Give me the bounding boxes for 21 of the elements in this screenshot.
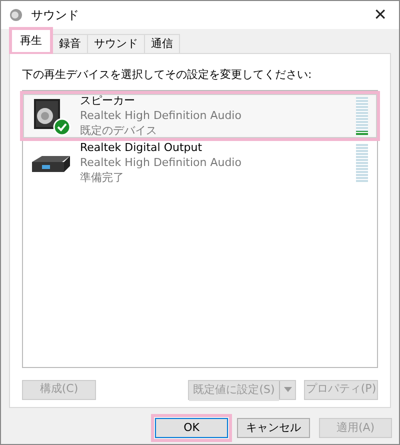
device-item[interactable]: Realtek Digital Output Realtek High Definition Audio 準備完了 — [23, 140, 377, 184]
tab[interactable]: 再生 — [12, 30, 50, 52]
tab[interactable]: サウンド — [88, 34, 145, 53]
dialog-button[interactable]: キャンセル — [237, 418, 310, 438]
device-name: Realtek Digital Output — [80, 140, 204, 155]
tab[interactable]: 録音 — [53, 34, 88, 53]
speaker-icon — [9, 8, 23, 22]
driver-name: Realtek High Definition Audio — [80, 155, 242, 170]
window-title: サウンド — [31, 7, 79, 24]
device-item[interactable]: スピーカー Realtek High Definition Audio 既定のデバイス — [23, 94, 377, 138]
driver-name: Realtek High Definition Audio — [80, 108, 242, 123]
level-meter — [356, 144, 368, 182]
device-status: 準備完了 — [80, 170, 125, 185]
device-name: スピーカー — [80, 93, 136, 108]
close-button[interactable]: ✕ — [374, 7, 387, 23]
dialog-button[interactable]: OK — [155, 418, 228, 438]
tab[interactable]: 通信 — [145, 34, 180, 53]
dropdown-button[interactable] — [279, 380, 295, 398]
instruction-text: 下の再生デバイスを選択してその設定を変更してください: — [22, 67, 313, 83]
caret-icon — [284, 387, 292, 392]
device-status: 既定のデバイス — [80, 123, 158, 138]
